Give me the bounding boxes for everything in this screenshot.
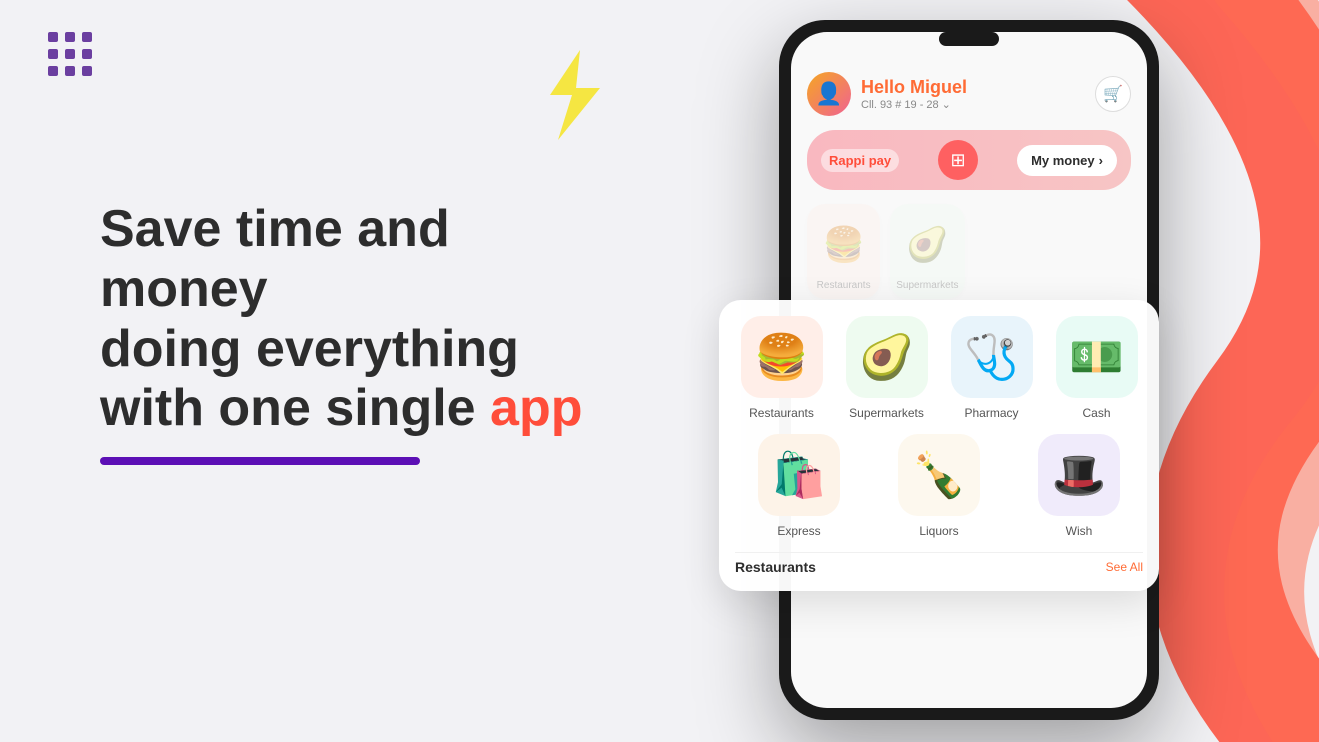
cart-button[interactable]: 🛒 xyxy=(1095,76,1131,112)
cat-express[interactable]: 🛍️ Express xyxy=(735,434,863,538)
location-text: Cll. 93 # 19 - 28 ⌄ xyxy=(861,98,967,111)
my-money-button[interactable]: My money › xyxy=(1017,145,1117,176)
payment-bar[interactable]: Rappi pay ⊞ My money › xyxy=(807,130,1131,190)
pharmacy-icon: 🩺 xyxy=(951,316,1033,398)
category-supermarkets[interactable]: 🥑 Supermarkets xyxy=(890,204,964,299)
underline-accent xyxy=(100,457,420,465)
cat-pharmacy[interactable]: 🩺 Pharmacy xyxy=(945,316,1038,420)
greeting-prefix: Hello xyxy=(861,77,910,97)
supermarkets-label: Supermarkets xyxy=(896,280,958,291)
restaurants-label: Restaurants xyxy=(749,406,814,420)
categories-top-row: 🍔 Restaurants 🥑 Supermarkets 🩺 Pharmacy … xyxy=(735,316,1143,420)
wish-label: Wish xyxy=(1066,524,1093,538)
headline-highlight: app xyxy=(490,379,582,437)
user-info: 👤 Hello Miguel Cll. 93 # 19 - 28 ⌄ xyxy=(807,72,967,116)
supermarkets-icon: 🥑 xyxy=(898,216,956,274)
greeting-block: Hello Miguel Cll. 93 # 19 - 28 ⌄ xyxy=(861,77,967,111)
decorative-dots xyxy=(48,32,92,76)
headline-line3: with one single app xyxy=(100,379,600,439)
app-header: 👤 Hello Miguel Cll. 93 # 19 - 28 ⌄ 🛒 xyxy=(807,72,1131,116)
restaurants-icon: 🍔 xyxy=(741,316,823,398)
hero-text-section: Save time and money doing everything wit… xyxy=(100,200,600,465)
floating-categories-card: 🍔 Restaurants 🥑 Supermarkets 🩺 Pharmacy … xyxy=(719,300,1159,591)
supermarkets-icon: 🥑 xyxy=(846,316,928,398)
liquors-icon: 🍾 xyxy=(898,434,980,516)
bottom-bar: Restaurants See All xyxy=(735,552,1143,575)
cat-supermarkets[interactable]: 🥑 Supermarkets xyxy=(840,316,933,420)
phone-mockup: 👤 Hello Miguel Cll. 93 # 19 - 28 ⌄ 🛒 xyxy=(779,20,1209,740)
cat-cash[interactable]: 💵 Cash xyxy=(1050,316,1143,420)
qr-icon: ⊞ xyxy=(951,150,966,171)
headline: Save time and money doing everything wit… xyxy=(100,200,600,439)
cat-restaurants[interactable]: 🍔 Restaurants xyxy=(735,316,828,420)
categories-bottom-row: 🛍️ Express 🍾 Liquors 🎩 Wish xyxy=(735,434,1143,538)
rappi-pay-label: Rappi pay xyxy=(821,149,899,172)
headline-line2: doing everything xyxy=(100,320,600,380)
cash-label: Cash xyxy=(1082,406,1110,420)
qr-button[interactable]: ⊞ xyxy=(938,140,978,180)
see-all-link[interactable]: See All xyxy=(1106,560,1143,574)
wish-icon: 🎩 xyxy=(1038,434,1120,516)
restaurants-icon: 🍔 xyxy=(815,216,873,274)
my-money-label: My money xyxy=(1031,153,1095,168)
categories-grid-top: 🍔 Restaurants 🥑 Supermarkets xyxy=(807,204,1131,299)
pharmacy-label: Pharmacy xyxy=(964,406,1018,420)
restaurants-section-title: Restaurants xyxy=(735,559,816,575)
express-label: Express xyxy=(777,524,820,538)
cat-wish[interactable]: 🎩 Wish xyxy=(1015,434,1143,538)
liquors-label: Liquors xyxy=(919,524,958,538)
user-name: Miguel xyxy=(910,77,967,97)
headline-line1: Save time and money xyxy=(100,200,600,320)
avatar: 👤 xyxy=(807,72,851,116)
restaurants-label: Restaurants xyxy=(817,280,871,291)
cat-liquors[interactable]: 🍾 Liquors xyxy=(875,434,1003,538)
supermarkets-label: Supermarkets xyxy=(849,406,924,420)
greeting-text: Hello Miguel xyxy=(861,77,967,98)
category-restaurants[interactable]: 🍔 Restaurants xyxy=(807,204,880,299)
cash-icon: 💵 xyxy=(1056,316,1138,398)
chevron-right-icon: › xyxy=(1099,153,1103,168)
phone-notch xyxy=(939,32,999,46)
express-icon: 🛍️ xyxy=(758,434,840,516)
